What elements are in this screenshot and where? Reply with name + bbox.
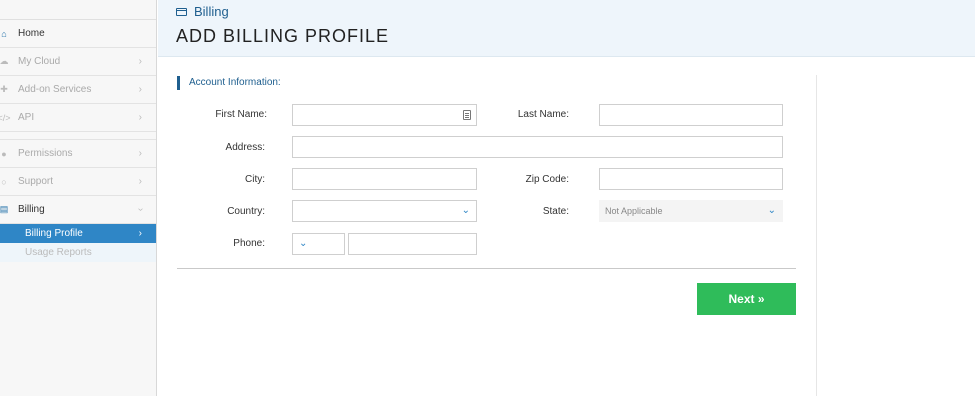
- chevron-down-icon: ›: [134, 207, 146, 212]
- phone-label: Phone:: [233, 238, 265, 249]
- city-label: City:: [245, 174, 265, 185]
- sidebar-subitem-label: Usage Reports: [25, 247, 92, 258]
- content-divider: [816, 75, 817, 396]
- chevron-right-icon: ›: [138, 84, 142, 95]
- sidebar-item-home[interactable]: ⌂ Home: [0, 20, 156, 48]
- users-icon: ●: [1, 148, 7, 159]
- breadcrumb-label: Billing: [194, 4, 229, 19]
- sidebar-item-permissions[interactable]: ● Permissions ›: [0, 140, 156, 168]
- state-label: State:: [542, 206, 569, 217]
- last-name-field[interactable]: [599, 104, 783, 126]
- sidebar-item-add-on-services[interactable]: ✚ Add-on Services ›: [0, 76, 156, 104]
- country-select[interactable]: ⌄: [292, 200, 477, 222]
- phone-country-code-select[interactable]: ⌄: [292, 233, 345, 255]
- sidebar-item-label: Support: [18, 176, 54, 187]
- city-field[interactable]: [292, 168, 477, 190]
- chevron-down-icon: ⌄: [767, 205, 776, 216]
- chevron-right-icon: ›: [138, 176, 142, 187]
- chevron-right-icon: ›: [138, 112, 142, 123]
- sidebar-item-label: API: [18, 112, 35, 123]
- puzzle-icon: ✚: [0, 84, 8, 94]
- phone-number-field[interactable]: [348, 233, 477, 255]
- sidebar-item-label: My Cloud: [18, 56, 61, 67]
- last-name-label: Last Name:: [517, 109, 569, 120]
- headset-icon: ○: [1, 176, 7, 187]
- sidebar-top: [0, 0, 156, 20]
- first-name-label: First Name:: [215, 109, 267, 120]
- chevron-right-icon: ›: [138, 148, 142, 159]
- credit-card-icon: ▤: [0, 204, 9, 214]
- address-field[interactable]: [292, 136, 783, 158]
- sidebar-item-my-cloud[interactable]: ☁ My Cloud ›: [0, 48, 156, 76]
- sidebar: ⌂ Home ☁ My Cloud › ✚ Add-on Services › …: [0, 0, 157, 396]
- section-title: Account Information:: [177, 76, 281, 90]
- chevron-right-icon: ›: [138, 228, 142, 239]
- code-icon: </>: [0, 112, 11, 123]
- country-label: Country:: [227, 206, 265, 217]
- sidebar-item-label: Home: [18, 28, 45, 39]
- sidebar-item-label: Add-on Services: [18, 84, 92, 95]
- state-select[interactable]: Not Applicable ⌄: [599, 200, 783, 222]
- sidebar-subitem-billing-profile[interactable]: Billing Profile ›: [0, 224, 156, 243]
- sidebar-item-support[interactable]: ○ Support ›: [0, 168, 156, 196]
- sidebar-divider: [0, 132, 156, 140]
- chevron-down-icon: ⌄: [299, 238, 308, 249]
- address-label: Address:: [225, 142, 265, 153]
- sidebar-item-billing[interactable]: ▤ Billing ›: [0, 196, 156, 224]
- sidebar-subitem-usage-reports[interactable]: Usage Reports: [0, 243, 156, 262]
- zip-code-label: Zip Code:: [525, 174, 569, 185]
- breadcrumb[interactable]: Billing: [176, 4, 229, 19]
- page-title: ADD BILLING PROFILE: [176, 26, 390, 46]
- sidebar-item-label: Billing: [18, 204, 45, 215]
- sidebar-subitem-label: Billing Profile: [25, 228, 83, 239]
- form-divider: [177, 268, 796, 269]
- credit-card-icon: [176, 7, 187, 16]
- zip-code-field[interactable]: [599, 168, 783, 190]
- chevron-right-icon: ›: [138, 56, 142, 67]
- next-button[interactable]: Next »: [697, 283, 796, 315]
- sidebar-item-label: Permissions: [18, 148, 73, 159]
- cloud-icon: ☁: [0, 56, 9, 66]
- sidebar-item-api[interactable]: </> API ›: [0, 104, 156, 132]
- state-value: Not Applicable: [605, 206, 663, 216]
- home-icon: ⌂: [1, 28, 7, 39]
- page-header: Billing ADD BILLING PROFILE: [158, 0, 975, 57]
- first-name-field[interactable]: [292, 104, 477, 126]
